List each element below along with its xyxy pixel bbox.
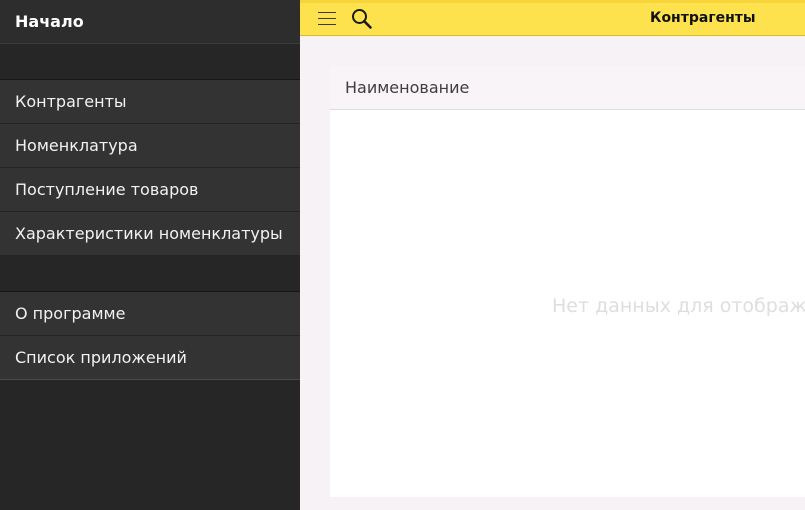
navigation-drawer: Начало Контрагенты Номенклатура Поступле… <box>0 0 300 510</box>
column-header-name[interactable]: Наименование <box>330 66 805 110</box>
drawer-item-about[interactable]: О программе <box>0 292 300 336</box>
drawer-item-goods-receipt[interactable]: Поступление товаров <box>0 168 300 212</box>
drawer-item-nomenclature[interactable]: Номенклатура <box>0 124 300 168</box>
drawer-header-home[interactable]: Начало <box>0 0 300 44</box>
drawer-item-app-list[interactable]: Список приложений <box>0 336 300 380</box>
list-panel: Наименование Нет данных для отображения <box>330 66 805 497</box>
drawer-item-nomenclature-characteristics[interactable]: Характеристики номенклатуры <box>0 212 300 256</box>
main-content: Контрагенты Наименование Нет данных для … <box>300 0 805 510</box>
toolbar: Контрагенты <box>300 0 805 36</box>
hamburger-menu-icon[interactable] <box>318 12 336 25</box>
drawer-separator <box>0 256 300 292</box>
empty-list-message: Нет данных для отображения <box>552 295 805 317</box>
drawer-separator <box>0 44 300 80</box>
drawer-item-counterparties[interactable]: Контрагенты <box>0 80 300 124</box>
search-icon[interactable] <box>350 7 374 31</box>
page-title: Контрагенты <box>650 10 756 26</box>
